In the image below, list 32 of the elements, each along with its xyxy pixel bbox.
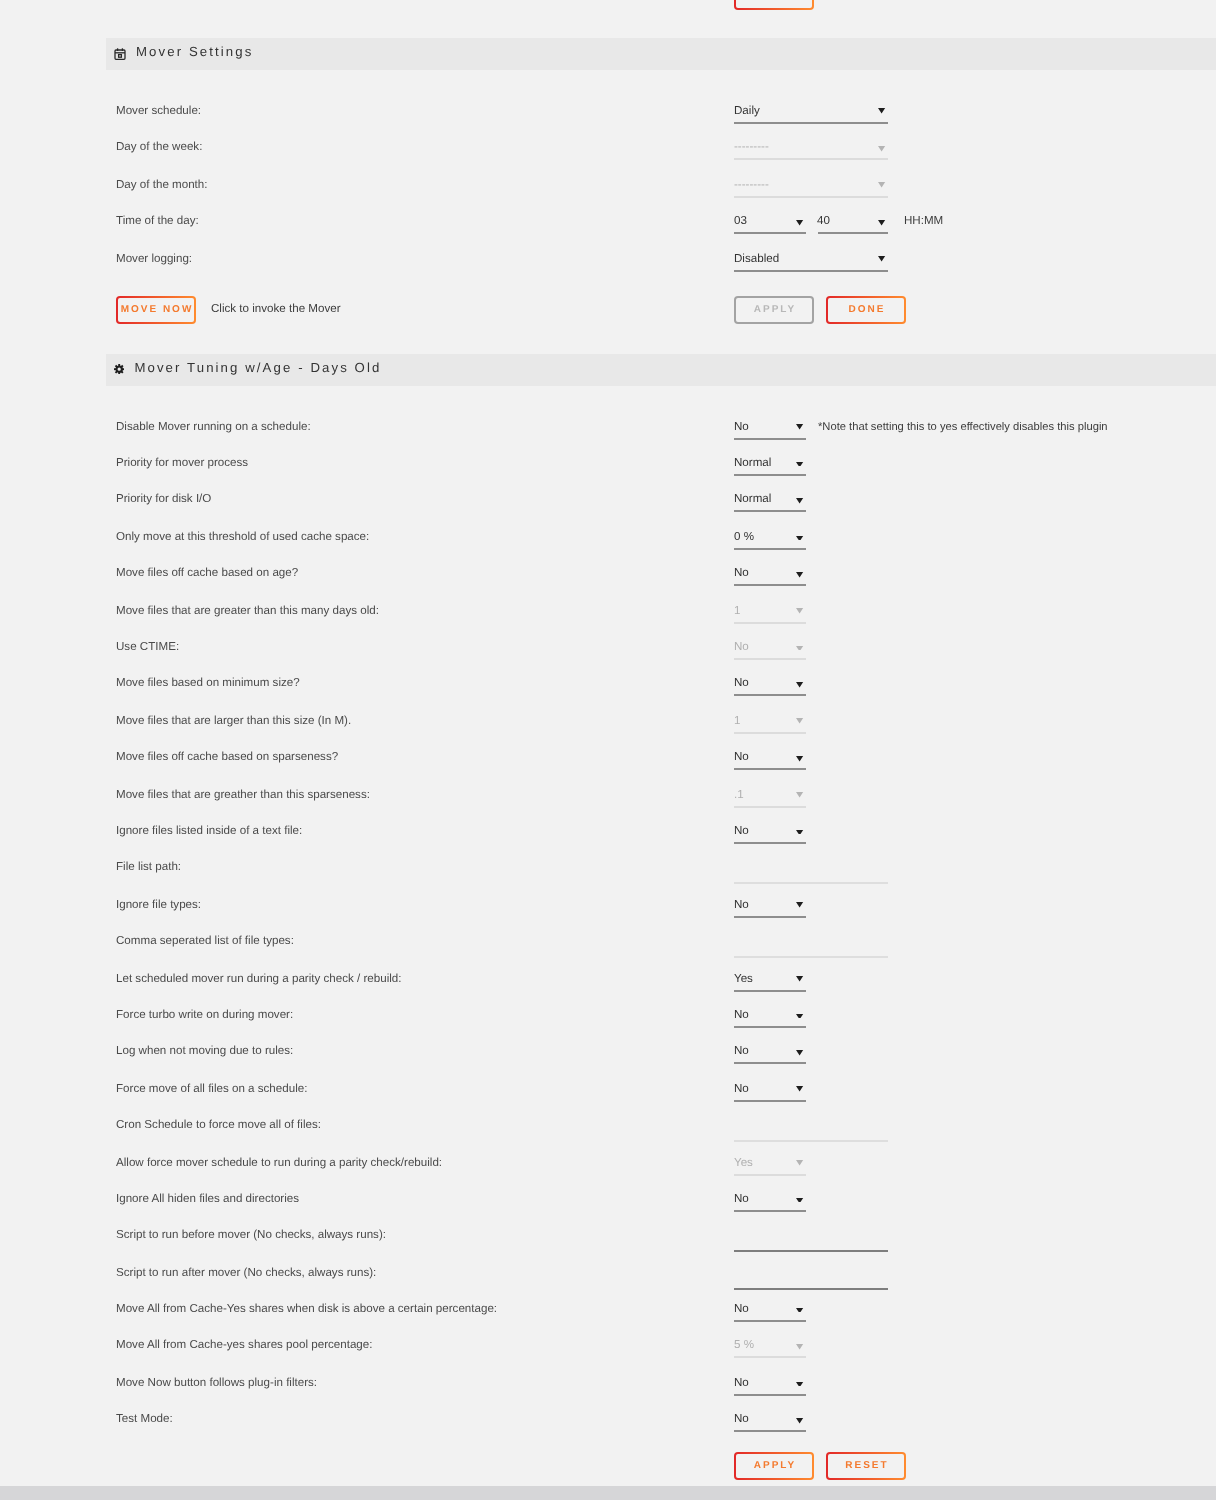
caret-icon xyxy=(795,535,803,541)
caret-icon xyxy=(795,219,803,226)
caret-icon xyxy=(795,718,803,725)
caret-icon xyxy=(878,219,886,226)
caret-icon xyxy=(795,976,803,982)
caret-icon xyxy=(795,1160,803,1166)
caret-icon xyxy=(795,1086,803,1093)
caret-icon xyxy=(877,145,885,152)
caret-icon xyxy=(877,108,885,115)
caret-icon xyxy=(795,571,803,578)
caret-icon xyxy=(795,608,803,614)
caret-icon xyxy=(795,461,803,467)
gear-icon xyxy=(114,364,125,375)
caret-icon xyxy=(795,1344,803,1350)
caret-icon xyxy=(795,829,803,835)
caret-icon xyxy=(877,182,885,189)
caret-icon xyxy=(795,498,803,504)
caret-icon xyxy=(795,682,803,688)
caret-icon xyxy=(795,1307,803,1313)
calendar-icon xyxy=(114,47,126,60)
caret-icon xyxy=(795,755,803,762)
caret-icon xyxy=(795,645,803,651)
caret-icon xyxy=(877,256,885,263)
caret-icon xyxy=(795,902,803,909)
caret-icon xyxy=(795,1417,803,1424)
caret-icon xyxy=(795,1049,803,1056)
caret-icon xyxy=(795,1381,803,1387)
caret-icon xyxy=(795,1013,803,1019)
caret-icon xyxy=(795,792,803,798)
caret-icon xyxy=(795,424,803,431)
cut-off-button[interactable] xyxy=(733,0,813,9)
caret-icon xyxy=(795,1197,803,1203)
